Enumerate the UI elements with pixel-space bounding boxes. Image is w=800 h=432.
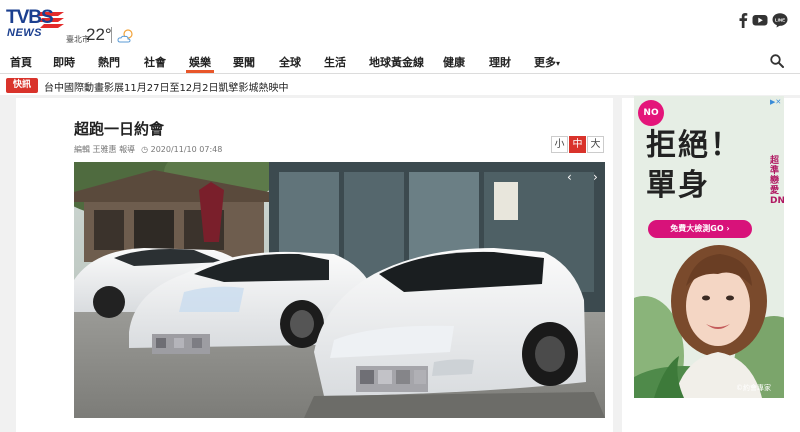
nav-item-world[interactable]: 全球 — [279, 54, 301, 70]
nav-item-entertainment[interactable]: 娛樂 — [189, 54, 211, 70]
breaking-news-badge: 快訊 — [6, 78, 38, 93]
main-nav: 首頁 即時 熱門 社會 娛樂 要聞 全球 生活 地球黃金線 健康 理財 更多▾ — [0, 50, 800, 74]
breaking-news-ticker: 快訊 台中國際動畫影展11月27日至12月2日凱擘影城熱映中 — [0, 75, 800, 95]
facebook-icon[interactable] — [738, 12, 748, 28]
nav-active-indicator — [186, 70, 214, 73]
weather-temperature: 22° — [86, 25, 112, 44]
ad-headline-2: 單身 — [646, 168, 710, 203]
article-photo[interactable] — [74, 162, 605, 418]
clock-icon: ◷ — [141, 145, 149, 154]
ad-close-icon[interactable]: ▶✕ — [770, 97, 782, 107]
tvbs-logo[interactable]: TVBS NEWS — [6, 7, 64, 44]
ad-vertical-text: 超準戀愛DNA — [770, 156, 784, 206]
ad-credit: ©約會專家 — [736, 384, 771, 392]
nav-item-life[interactable]: 生活 — [324, 54, 346, 70]
nav-item-more[interactable]: 更多▾ — [534, 54, 560, 70]
site-header: TVBS NEWS 臺北市 22° LINE — [0, 0, 800, 50]
ad-no-badge: NO — [638, 100, 664, 126]
chevron-down-icon: ▾ — [556, 59, 561, 68]
nav-item-hot[interactable]: 熱門 — [98, 54, 120, 70]
font-size-medium-button[interactable]: 中 — [569, 136, 586, 153]
youtube-icon[interactable] — [752, 12, 768, 28]
photo-prev-arrow[interactable]: ‹ — [567, 170, 572, 184]
nav-item-society[interactable]: 社會 — [144, 54, 166, 70]
nav-item-realtime[interactable]: 即時 — [53, 54, 75, 70]
advertisement-banner[interactable]: NO 拒絕！ 單身 超準戀愛DNA 免費大檢測GO › ©約會專家 — [634, 96, 784, 398]
article-title: 超跑一日約會 — [74, 120, 165, 138]
nav-item-health[interactable]: 健康 — [443, 54, 465, 70]
logo-text: TVBS — [6, 7, 54, 28]
svg-text:LINE: LINE — [775, 18, 785, 23]
nav-item-finance[interactable]: 理財 — [489, 54, 511, 70]
logo-subtext: NEWS — [7, 27, 42, 39]
nav-item-golden-line[interactable]: 地球黃金線 — [369, 54, 424, 70]
partly-cloudy-icon — [117, 29, 133, 43]
line-icon[interactable]: LINE — [772, 12, 788, 28]
font-size-small-button[interactable]: 小 — [551, 136, 568, 153]
ad-headline-1: 拒絕！ — [646, 128, 742, 163]
nav-item-headlines[interactable]: 要聞 — [233, 54, 255, 70]
photo-next-arrow[interactable]: › — [593, 170, 598, 184]
nav-more-label: 更多 — [534, 56, 556, 69]
font-size-large-button[interactable]: 大 — [587, 136, 604, 153]
weather-divider — [111, 27, 112, 43]
ad-cta-button[interactable]: 免費大檢測GO › — [648, 220, 752, 238]
article-byline: 編輯 王雅惠 報導 ◷ 2020/11/10 07:48 — [74, 144, 222, 155]
search-icon[interactable] — [770, 54, 784, 68]
article-time: 2020/11/10 07:48 — [150, 145, 223, 154]
breaking-news-text[interactable]: 台中國際動畫影展11月27日至12月2日凱擘影城熱映中 — [44, 79, 289, 94]
article-author: 編輯 王雅惠 報導 — [74, 145, 136, 154]
nav-item-home[interactable]: 首頁 — [10, 54, 32, 70]
